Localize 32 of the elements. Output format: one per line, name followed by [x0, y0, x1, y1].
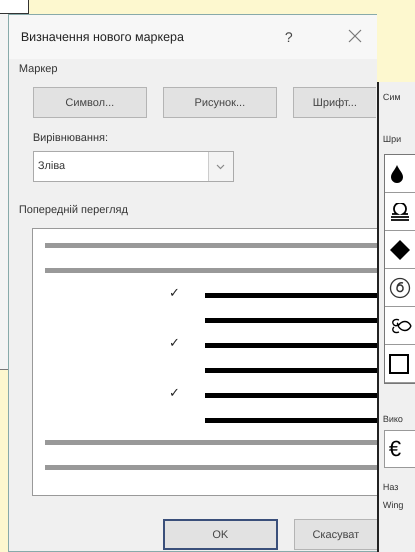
dialog-title: Сим	[382, 92, 402, 102]
font-label: Шри	[382, 134, 402, 144]
dialog-button[interactable]: Скасуват	[294, 519, 377, 550]
symbol-cell[interactable]	[384, 155, 415, 193]
bullet-mark: ✓	[168, 285, 180, 300]
recent-symbol[interactable]: €	[384, 430, 415, 468]
symbol-cell[interactable]	[384, 307, 415, 345]
dialog-button[interactable]: Рисунок...	[162, 87, 277, 118]
diamond-icon	[388, 238, 411, 260]
square-icon	[388, 354, 409, 374]
bullet-mark: ✓	[168, 385, 180, 400]
scales-icon	[388, 202, 411, 220]
circled-number-icon	[388, 276, 411, 298]
font-name: Wing	[382, 500, 404, 510]
alignment-dropdown[interactable]: Зліва	[32, 151, 234, 182]
chevron-down-icon	[216, 164, 226, 170]
help-button[interactable]: ?	[284, 29, 333, 45]
symbol-cell[interactable]	[384, 345, 415, 383]
preview-label: Попередній перегляд	[18, 204, 128, 216]
dialog-button[interactable]: Шрифт...	[292, 87, 376, 118]
name-label: Наз	[382, 482, 400, 492]
bullet-mark: ✓	[168, 335, 180, 350]
dialog-title: Визначення нового маркера	[20, 30, 185, 44]
recent-label: Вико	[382, 414, 404, 424]
alignment-label: Вирівнювання:	[32, 132, 108, 144]
dialog-button[interactable]: Символ...	[32, 87, 147, 118]
symbol-cell[interactable]	[384, 193, 415, 231]
symbol-cell[interactable]	[384, 231, 415, 269]
section-label: Маркер	[18, 63, 59, 75]
drop-icon	[388, 164, 405, 184]
symbol-cell[interactable]	[384, 269, 415, 307]
ok-button[interactable]: OK	[162, 519, 278, 550]
